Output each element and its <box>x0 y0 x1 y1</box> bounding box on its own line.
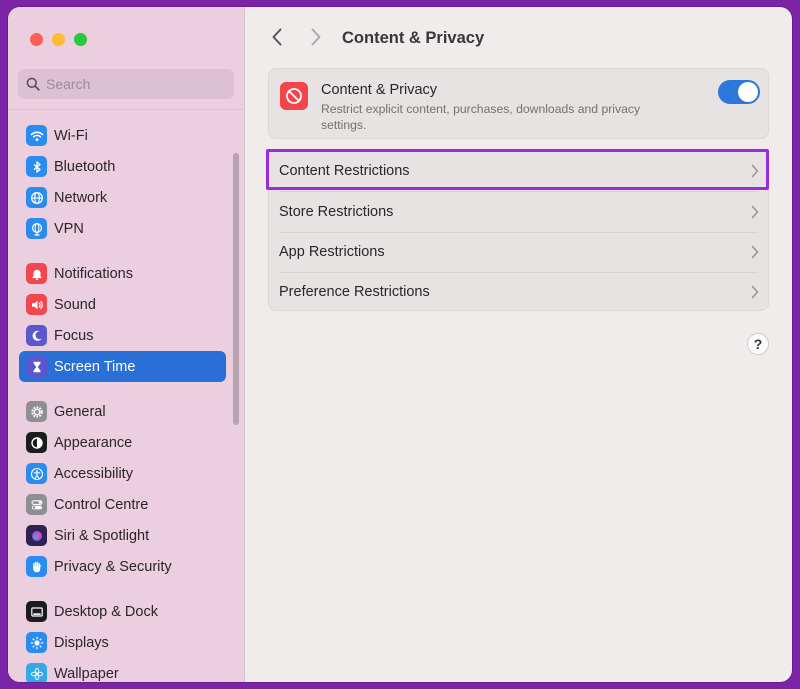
row-label: Preference Restrictions <box>279 284 430 300</box>
row-store-restrictions[interactable]: Store Restrictions <box>269 192 769 232</box>
sidebar-item-label: Siri & Spotlight <box>54 527 150 544</box>
chevron-left-icon <box>272 28 282 46</box>
search-input[interactable] <box>46 76 216 92</box>
row-app-restrictions[interactable]: App Restrictions <box>269 232 769 272</box>
sidebar-item-displays[interactable]: Displays <box>19 627 226 658</box>
row-label: Store Restrictions <box>279 204 394 220</box>
sidebar-item-siri-spotlight[interactable]: Siri & Spotlight <box>19 520 226 551</box>
sidebar-item-label: Privacy & Security <box>54 558 172 575</box>
toggles-icon <box>26 494 47 515</box>
row-label: App Restrictions <box>279 244 385 260</box>
gear-icon <box>26 401 47 422</box>
help-button[interactable]: ? <box>747 333 769 355</box>
back-button[interactable] <box>268 27 286 47</box>
hand-icon <box>26 556 47 577</box>
sidebar-item-label: Wallpaper <box>54 665 119 682</box>
speaker-icon <box>26 294 47 315</box>
sun-icon <box>26 632 47 653</box>
appearance-icon <box>26 432 47 453</box>
search-field[interactable] <box>18 69 234 99</box>
sidebar-item-focus[interactable]: Focus <box>19 320 226 351</box>
minimize-window-button[interactable] <box>52 33 65 46</box>
sidebar-item-label: Control Centre <box>54 496 149 513</box>
sidebar-item-general[interactable]: General <box>19 396 226 427</box>
sidebar-item-vpn[interactable]: VPN <box>19 213 226 244</box>
sidebar-list: Wi-Fi Bluetooth Network VPN Notification… <box>19 120 226 682</box>
sidebar-item-bluetooth[interactable]: Bluetooth <box>19 151 226 182</box>
sidebar-item-label: Wi-Fi <box>54 127 88 144</box>
sidebar-item-network[interactable]: Network <box>19 182 226 213</box>
sidebar-item-label: Notifications <box>54 265 133 282</box>
search-icon <box>26 77 40 91</box>
content-privacy-card: Content & Privacy Restrict explicit cont… <box>268 68 769 139</box>
bell-icon <box>26 263 47 284</box>
no-entry-icon <box>280 82 308 110</box>
sidebar-item-sound[interactable]: Sound <box>19 289 226 320</box>
toggle-knob <box>738 82 758 102</box>
content-privacy-toggle[interactable] <box>718 80 760 104</box>
wifi-icon <box>26 125 47 146</box>
window-controls <box>30 33 87 46</box>
accessibility-icon <box>26 463 47 484</box>
sidebar-item-label: Appearance <box>54 434 133 451</box>
sidebar-item-label: VPN <box>54 220 84 237</box>
sidebar-item-label: General <box>54 403 106 420</box>
close-window-button[interactable] <box>30 33 43 46</box>
sidebar-item-label: Bluetooth <box>54 158 116 175</box>
sidebar-item-wifi[interactable]: Wi-Fi <box>19 120 226 151</box>
chevron-right-icon <box>751 285 759 299</box>
sidebar-item-label: Displays <box>54 634 109 651</box>
row-preference-restrictions[interactable]: Preference Restrictions <box>269 272 769 312</box>
globe-icon <box>26 187 47 208</box>
hourglass-icon <box>26 356 47 377</box>
zoom-window-button[interactable] <box>74 33 87 46</box>
flower-icon <box>26 663 47 682</box>
sidebar-item-screen-time[interactable]: Screen Time <box>19 351 226 382</box>
highlight-box <box>266 149 769 190</box>
sidebar-item-label: Accessibility <box>54 465 133 482</box>
toolbar: Content & Privacy <box>246 7 792 65</box>
vpn-globe-icon <box>26 218 47 239</box>
sidebar-item-label: Desktop & Dock <box>54 603 158 620</box>
sidebar-divider <box>8 109 245 110</box>
forward-button[interactable] <box>307 27 325 47</box>
sidebar-item-label: Focus <box>54 327 94 344</box>
siri-icon <box>26 525 47 546</box>
sidebar-item-control-centre[interactable]: Control Centre <box>19 489 226 520</box>
sidebar-scrollbar[interactable] <box>233 153 239 425</box>
moon-icon <box>26 325 47 346</box>
bluetooth-icon <box>26 156 47 177</box>
sidebar-item-accessibility[interactable]: Accessibility <box>19 458 226 489</box>
feature-description: Restrict explicit content, purchases, do… <box>321 102 641 132</box>
sidebar-item-label: Sound <box>54 296 96 313</box>
sidebar-item-desktop-dock[interactable]: Desktop & Dock <box>19 596 226 627</box>
dock-icon <box>26 601 47 622</box>
chevron-right-icon <box>751 205 759 219</box>
chevron-right-icon <box>311 28 321 46</box>
sidebar: Wi-Fi Bluetooth Network VPN <box>8 7 245 682</box>
sidebar-item-privacy-security[interactable]: Privacy & Security <box>19 551 226 582</box>
page-title: Content & Privacy <box>342 29 485 47</box>
feature-title: Content & Privacy <box>321 82 438 98</box>
sidebar-item-appearance[interactable]: Appearance <box>19 427 226 458</box>
settings-window: Wi-Fi Bluetooth Network VPN <box>8 7 792 682</box>
sidebar-item-notifications[interactable]: Notifications <box>19 258 226 289</box>
sidebar-item-label: Network <box>54 189 108 206</box>
sidebar-item-label: Screen Time <box>54 358 136 375</box>
chevron-right-icon <box>751 245 759 259</box>
sidebar-item-wallpaper[interactable]: Wallpaper <box>19 658 226 682</box>
